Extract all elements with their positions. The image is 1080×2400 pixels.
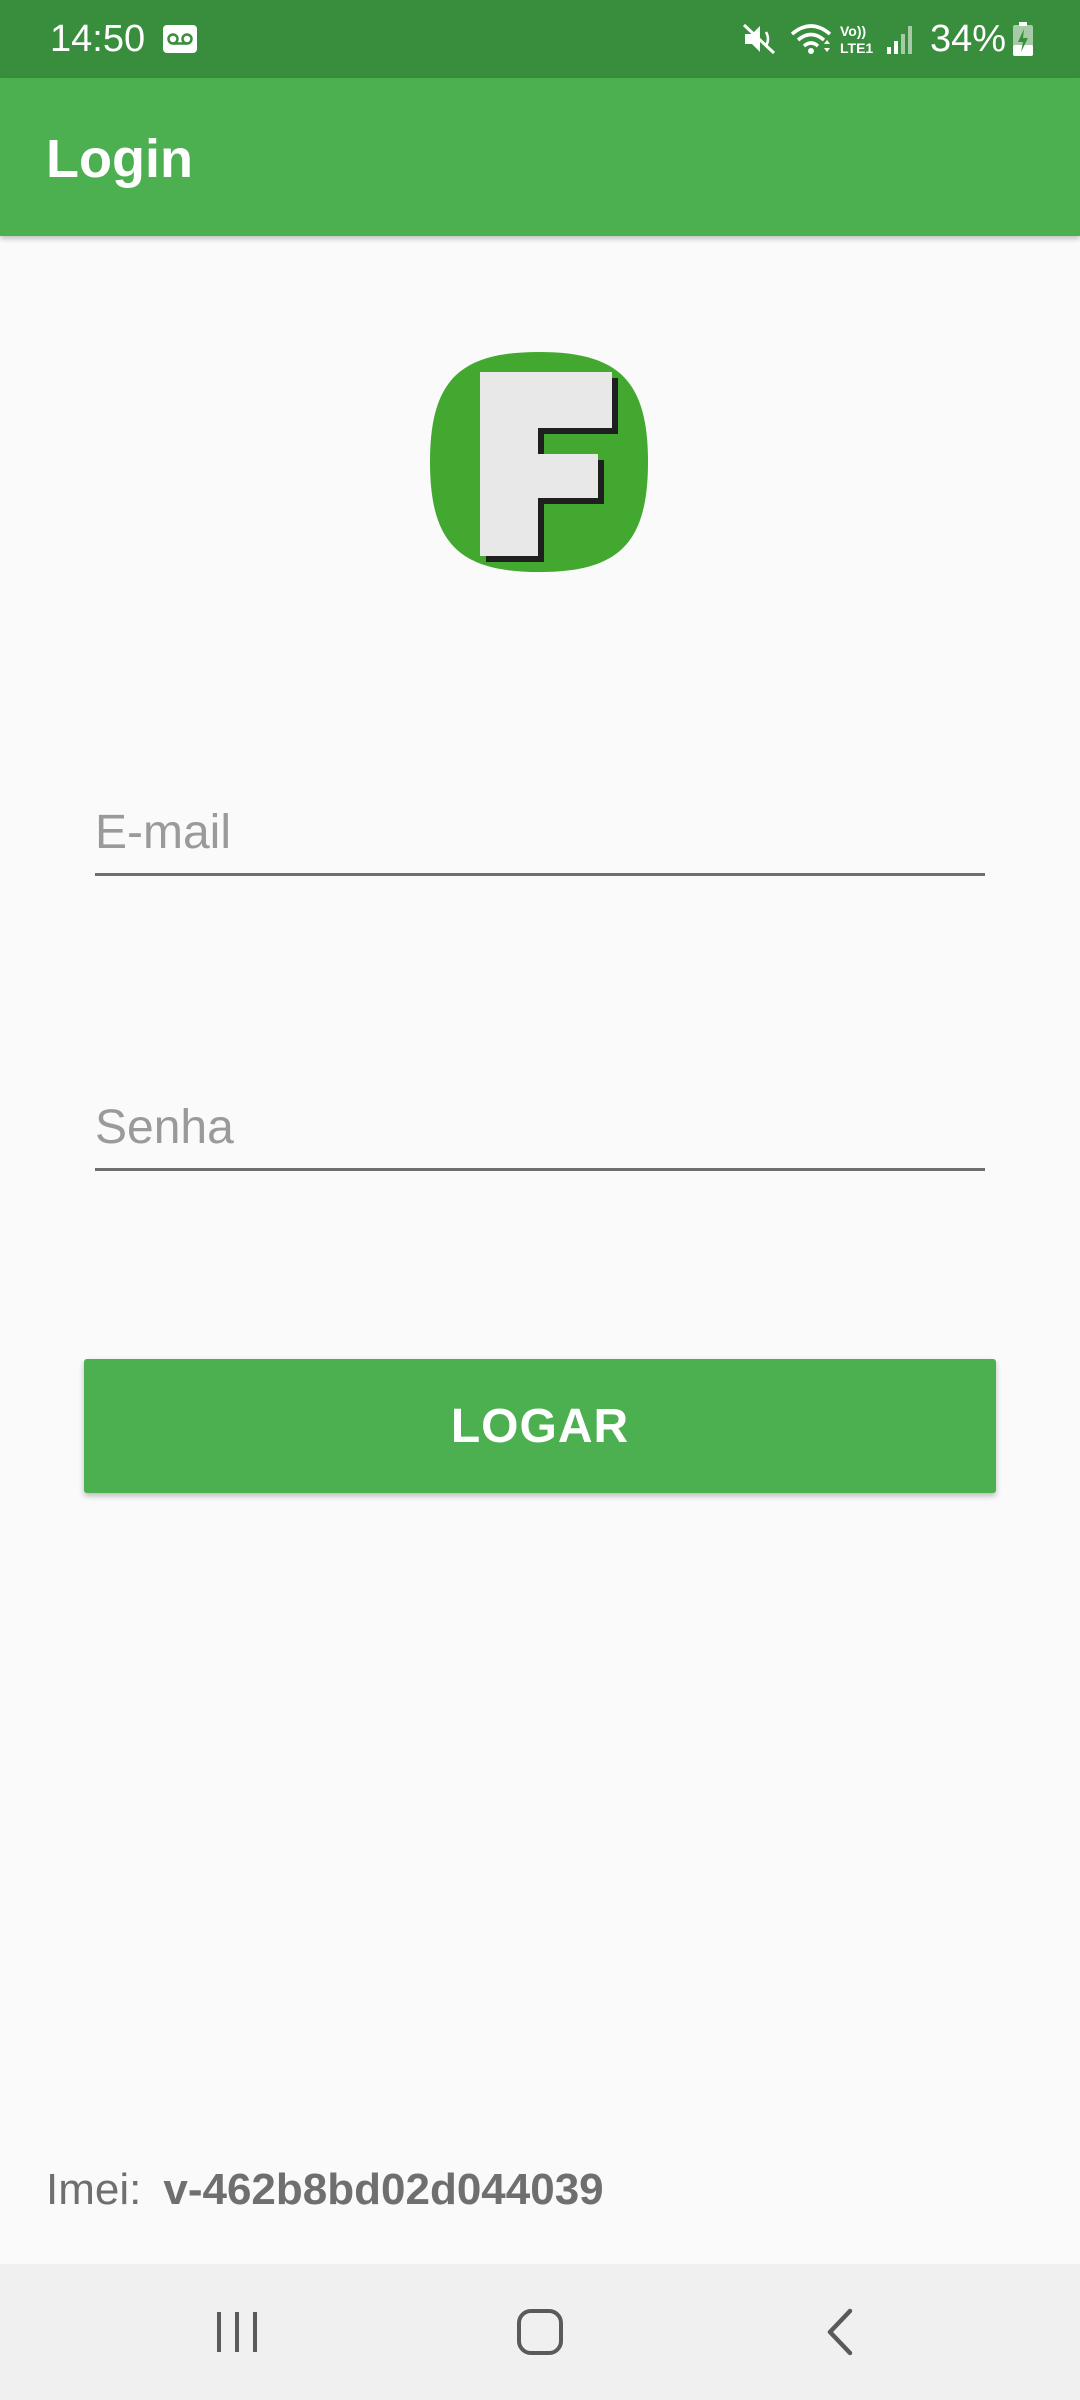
page-title: Login — [46, 129, 193, 189]
status-time: 14:50 — [50, 18, 146, 60]
login-button[interactable]: LOGAR — [84, 1359, 996, 1493]
app-logo — [428, 350, 650, 574]
battery-percent: 34% — [929, 18, 1006, 60]
home-icon[interactable] — [500, 2292, 580, 2372]
recents-icon[interactable] — [197, 2292, 277, 2372]
navigation-bar — [0, 2264, 1080, 2400]
battery-charging-icon — [1012, 21, 1034, 57]
imei-info: Imei: v-462b8bd02d044039 — [46, 2160, 604, 2220]
status-icons: Vo)) LTE1 34% — [742, 16, 1034, 62]
lte-icon: Vo)) LTE1 — [838, 21, 882, 57]
mute-icon — [742, 22, 778, 56]
voicemail-icon — [162, 24, 198, 54]
back-icon[interactable] — [800, 2292, 880, 2372]
password-input[interactable] — [95, 1088, 985, 1166]
app-bar: Login — [0, 78, 1080, 236]
email-input[interactable] — [95, 793, 985, 871]
email-field[interactable] — [95, 793, 985, 876]
password-field[interactable] — [95, 1088, 985, 1171]
signal-icon — [886, 23, 916, 55]
imei-label: Imei: — [46, 2165, 142, 2214]
wifi-icon — [790, 22, 832, 56]
svg-text:Vo)): Vo)) — [840, 23, 866, 39]
svg-text:LTE1: LTE1 — [840, 40, 873, 56]
imei-value: v-462b8bd02d044039 — [163, 2165, 604, 2214]
status-bar: 14:50 Vo)) LTE1 34% — [0, 0, 1080, 78]
